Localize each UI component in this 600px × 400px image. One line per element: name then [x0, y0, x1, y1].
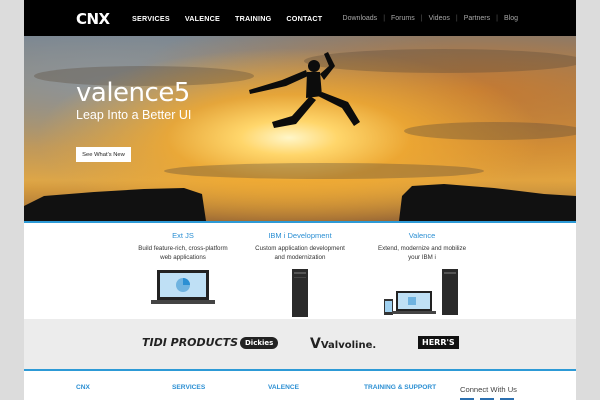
tidi-products-logo: TIDI PRODUCTS: [142, 336, 239, 349]
hero-tagline: Leap Into a Better UI: [76, 108, 192, 122]
footer-heading-cnx[interactable]: CNX: [76, 384, 90, 391]
nav-separator: |: [496, 15, 498, 22]
product-desc-line: web applications: [160, 254, 206, 261]
herrs-logo: HERR'S: [418, 336, 459, 349]
cnx-logo[interactable]: CNX: [76, 10, 110, 28]
nav-downloads[interactable]: Downloads: [343, 15, 378, 22]
product-desc-line: Build feature-rich, cross-platform: [138, 245, 228, 252]
product-valence[interactable]: Valence Extend, modernize and mobilize y…: [357, 231, 487, 317]
nav-blog[interactable]: Blog: [504, 15, 518, 22]
product-title[interactable]: Ext JS: [118, 231, 248, 240]
valvoline-wordmark: Valvoline.: [320, 340, 377, 351]
products-section: Ext JS Build feature-rich, cross-platfor…: [24, 221, 576, 319]
hero-brand-title: valence5: [76, 78, 190, 108]
product-title[interactable]: IBM i Development: [235, 231, 365, 240]
hero-banner: valence5 Leap Into a Better UI See What'…: [24, 36, 576, 221]
client-logos-strip: TIDI PRODUCTS Dickies VValvoline. HERR'S: [24, 319, 576, 369]
product-desc-line: your IBM i: [408, 254, 436, 261]
valvoline-logo: VValvoline.: [310, 336, 376, 352]
dickies-logo: Dickies: [240, 337, 279, 349]
footer: CNX SERVICES VALENCE TRAINING & SUPPORT …: [24, 369, 576, 400]
product-desc-line: and modernization: [274, 254, 326, 261]
top-navigation-bar: CNX SERVICES VALENCE TRAINING CONTACT Do…: [24, 0, 576, 36]
product-ibmi-development[interactable]: IBM i Development Custom application dev…: [235, 231, 365, 317]
nav-services[interactable]: SERVICES: [132, 14, 170, 23]
nav-separator: |: [383, 15, 386, 22]
nav-partners[interactable]: Partners: [464, 15, 490, 22]
footer-heading-valence[interactable]: VALENCE: [268, 384, 299, 391]
hero-scene-image: [24, 49, 576, 221]
nav-forums[interactable]: Forums: [391, 15, 415, 22]
nav-valence[interactable]: VALENCE: [185, 14, 220, 23]
product-extjs[interactable]: Ext JS Build feature-rich, cross-platfor…: [118, 231, 248, 305]
valvoline-v-mark: V: [310, 336, 321, 352]
product-title[interactable]: Valence: [357, 231, 487, 240]
product-desc-line: Extend, modernize and mobilize: [377, 245, 467, 252]
server-tower-icon: [292, 269, 308, 317]
connect-with-us-label: Connect With Us: [460, 385, 517, 394]
nav-separator: |: [455, 15, 458, 22]
footer-heading-training-support[interactable]: TRAINING & SUPPORT: [364, 384, 436, 391]
see-whats-new-button[interactable]: See What's New: [76, 147, 131, 162]
nav-separator: |: [420, 15, 423, 22]
nav-contact[interactable]: CONTACT: [286, 14, 322, 23]
devices-icon: [384, 269, 458, 315]
page: CNX SERVICES VALENCE TRAINING CONTACT Do…: [24, 0, 576, 400]
footer-heading-services[interactable]: SERVICES: [172, 384, 205, 391]
utility-nav: Downloads | Forums | Videos | Partners |…: [343, 15, 518, 22]
product-desc-line: Custom application development: [255, 245, 345, 252]
main-nav: SERVICES VALENCE TRAINING CONTACT: [132, 14, 322, 23]
laptop-icon: [151, 270, 215, 304]
nav-videos[interactable]: Videos: [429, 15, 450, 22]
nav-training[interactable]: TRAINING: [235, 14, 271, 23]
